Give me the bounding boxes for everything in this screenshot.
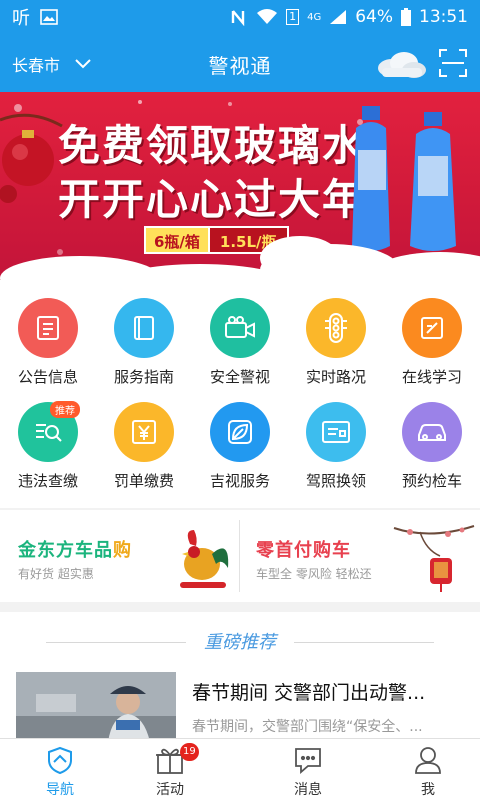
recommend-section: 重磅推荐 春节期间 交警部门出动警... 春节期间，交警部门围绕“保安全、... <box>0 612 480 742</box>
grid-item-jishi-service[interactable]: 吉视服务 <box>192 384 288 494</box>
news-description: 春节期间，交警部门围绕“保安全、... <box>192 719 423 735</box>
banner-clouds <box>0 236 480 280</box>
shield-nav-icon <box>44 745 76 775</box>
tab-navigation[interactable]: 导航 <box>0 739 120 800</box>
sim-slot-indicator: 1 <box>286 9 300 25</box>
grid-item-fine-payment[interactable]: 罚单缴费 <box>96 384 192 494</box>
grid-item-traffic[interactable]: 实时路况 <box>288 280 384 390</box>
grid-item-vehicle-inspection[interactable]: 预约检车 <box>384 384 480 494</box>
tab-label: 导航 <box>46 782 74 798</box>
tab-label: 活动 <box>156 782 184 798</box>
network-type: 4G <box>307 11 322 23</box>
grid-item-online-study[interactable]: 在线学习 <box>384 280 480 390</box>
pager-dot[interactable] <box>278 268 284 274</box>
promo-title: 零首付购车 <box>256 540 351 561</box>
rooster-icon <box>180 530 229 588</box>
news-title: 春节期间 交警部门出动警... <box>192 682 426 704</box>
promo-car-products[interactable]: 金东方车品购 有好货 超实惠 <box>0 510 239 602</box>
grid-label: 吉视服务 <box>209 472 270 490</box>
battery-icon <box>401 8 411 26</box>
promo-title: 金东方车品购 <box>18 536 132 562</box>
camera-icon <box>210 298 270 358</box>
car-icon <box>402 402 462 462</box>
clock: 13:51 <box>419 7 468 27</box>
book-icon <box>114 298 174 358</box>
yuan-ticket-icon <box>114 402 174 462</box>
grid-item-violation[interactable]: 违法查缴 <box>0 384 96 494</box>
grid-label: 预约检车 <box>401 472 462 490</box>
promo-subtitle: 有好货 超实惠 <box>18 567 94 581</box>
signal-icon <box>329 9 347 25</box>
notification-badge: 19 <box>180 743 199 761</box>
battery-percent: 64% <box>355 7 393 27</box>
image-icon <box>40 9 58 25</box>
bottom-nav: 导航 19 活动 消息 我 <box>0 738 480 800</box>
promo-title-text: 金东方车品 <box>18 540 113 561</box>
user-icon <box>412 745 444 775</box>
recommend-tag: 推荐 <box>50 401 80 418</box>
promo-banner[interactable]: 免费领取玻璃水 开开心心过大年 6瓶/箱 1.5L/瓶 <box>0 92 480 280</box>
app-header: 长春市 警视通 <box>0 34 480 92</box>
promo-zero-down-car[interactable]: 零首付购车 车型全 零风险 轻松还 <box>240 510 480 602</box>
nfc-icon <box>230 8 248 26</box>
news-thumbnail <box>16 672 176 742</box>
wifi-icon <box>256 8 278 26</box>
leaf-icon <box>210 402 270 462</box>
grid-item-license-renewal[interactable]: 驾照换领 <box>288 384 384 494</box>
status-bar: 听 1 4G 64% 13:51 <box>0 0 480 34</box>
message-icon <box>292 745 324 775</box>
notice-icon <box>18 298 78 358</box>
tab-profile[interactable]: 我 <box>368 739 480 800</box>
tab-messages[interactable]: 消息 <box>248 739 368 800</box>
service-grid: 公告信息 服务指南 安全警视 实时路况 在线学习 违法查缴 推荐 罚单缴费 吉视… <box>0 280 480 508</box>
traffic-light-icon <box>306 298 366 358</box>
status-left-glyph: 听 <box>12 8 30 29</box>
grid-label: 罚单缴费 <box>113 472 174 490</box>
tab-activity[interactable]: 19 活动 <box>110 739 230 800</box>
plum-blossom-lantern-icon <box>393 525 475 592</box>
grid-item-notice[interactable]: 公告信息 <box>0 280 96 390</box>
banner-pager[interactable] <box>246 268 284 274</box>
pager-dot[interactable] <box>246 268 252 274</box>
license-card-icon <box>306 402 366 462</box>
grid-label: 驾照换领 <box>305 472 366 490</box>
weather-cloud-icon[interactable] <box>372 46 428 82</box>
grid-label: 违法查缴 <box>17 472 78 490</box>
tab-label: 消息 <box>294 782 322 798</box>
edit-icon <box>402 298 462 358</box>
news-item[interactable]: 春节期间 交警部门出动警... 春节期间，交警部门围绕“保安全、... <box>0 670 480 742</box>
grid-item-safety-video[interactable]: 安全警视 <box>192 280 288 390</box>
tab-label: 我 <box>421 782 435 798</box>
promo-title-suffix: 购 <box>113 540 132 561</box>
scan-icon[interactable] <box>438 48 468 78</box>
pager-dot[interactable] <box>262 268 268 274</box>
banner-headline-1: 免费领取玻璃水 <box>58 121 367 170</box>
grid-item-guide[interactable]: 服务指南 <box>96 280 192 390</box>
section-heading: 重磅推荐 <box>204 632 276 653</box>
promo-subtitle: 车型全 零风险 轻松还 <box>256 567 372 581</box>
promo-strip: 金东方车品购 有好货 超实惠 零首付购车 车型全 零风险 轻松还 <box>0 510 480 602</box>
divider <box>294 642 434 643</box>
